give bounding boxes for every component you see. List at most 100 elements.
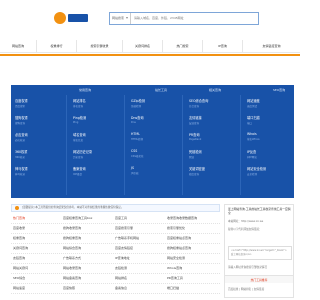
link-code-box[interactable]: <a href="http://www.ini.ws" target="_bla… [228,246,292,260]
link-item[interactable]: 搜狗权重站点查询 [167,246,191,250]
link-item[interactable]: PR查询工具 [167,276,183,280]
tool-link[interactable]: CSS CSS格式化 [131,147,177,164]
link-item[interactable]: 网站综合查询 [63,246,81,250]
link-item[interactable]: 百度权重站点查询 [167,236,191,240]
search-type-select[interactable]: 网站搜索 [110,13,131,24]
link-item[interactable]: 热门查询 [13,216,25,220]
tool-link[interactable]: 网站历史记录 历史查询 [73,147,119,164]
tool-link[interactable]: 友情链接 友链查询 [189,113,235,130]
link-item[interactable]: 友链查询 [13,256,25,260]
tool-link[interactable]: 网站排名 排名查询 [73,96,119,113]
link-item[interactable]: 百度权重查询工具box [63,216,92,220]
side-panel: 爱上网站查询-工具的站长工具收录查询工具一应俱全 本站网址：http://www… [224,204,294,298]
tool-link[interactable]: Dns查询 Dns [131,113,177,130]
side-box-title: 热门工具推荐 [225,275,293,283]
nav-item[interactable]: 搜索引擎收录 [77,40,123,52]
panel-header: SEO查询 [273,88,286,92]
nav-item[interactable]: 关键词排名 [123,40,163,52]
side-url[interactable]: 本站网址：http://www.ini.ws [228,219,292,223]
panel-header: 相关查询 [209,88,222,92]
search-box: 网站搜索 [109,12,259,25]
tool-link[interactable]: Ping检测 Ping [73,113,119,130]
tool-link[interactable]: IP反查 同IP网站 [247,147,293,164]
link-item[interactable]: 友链检测 [115,266,127,270]
panel-header: 站长工具 [155,88,168,92]
info-icon [15,206,19,210]
link-item[interactable]: 百度快照 [63,286,75,290]
tip-bar: [温馨提示] 本工具所提供的查询结果仅供参考，本站不对查询结果的准确性做任何保证… [11,204,220,212]
page: 网站搜索 网站查询 权重排行 搜索引擎收录 关键词排名 热门搜索 IP查询 友情… [0,0,300,300]
table-row: 网站关键词 网站收录查询 友链检测 Whois查询 [11,264,220,274]
column-divider [66,95,67,195]
nav-item[interactable]: 友情链接查询 [243,40,300,52]
link-item[interactable]: 备案信息 [115,286,127,290]
link-item[interactable]: 权重查询 [13,236,25,240]
link-item[interactable]: 端口扫描 [167,286,179,290]
tool-link[interactable]: JS JS压缩 [131,164,177,181]
links-grid: 热门查询 百度权重查询工具box 百度工具 收录查询收录数据查询 百度收录 搜狗… [11,214,220,298]
link-item[interactable]: 百度友情链接 [115,246,133,250]
link-item[interactable]: 网站速度 [13,286,25,290]
side-text: 请输入网址查询搜索引擎收录情况 [228,266,267,269]
tool-link[interactable]: 网站速度 速度测试 [247,96,293,113]
tool-link[interactable]: SEO综合查询 综合查询 [189,96,235,113]
link-item[interactable]: 广告联系手机网站 [115,236,139,240]
tool-link[interactable]: 搜狗权重 搜狗查询 [15,113,61,130]
link-item[interactable]: 网站排名 [115,276,127,280]
table-row: SEO综合 网站备案查询 网站排名 PR查询工具 [11,274,220,284]
column-divider [124,95,125,195]
side-title: 爱上网站查询-工具的站长工具收录查询工具一应俱全 [228,207,291,215]
tool-link[interactable]: 端口扫描 端口 [247,113,293,130]
tool-link[interactable]: 死链检测 死链 [189,147,235,164]
panel-header: 常用查询 [79,88,92,92]
nav-item[interactable]: 网站查询 [0,40,37,52]
link-item[interactable]: 收录查询收录数据查询 [167,216,197,220]
side-text[interactable]: 百度权重 | 网站排名 | 友情链接 [228,287,292,291]
tool-link[interactable]: GZip检测 压缩检测 [131,96,177,113]
table-row: 友链查询 广告联系方式 IP查询地址 网站安全检测 [11,254,220,264]
link-item[interactable]: 百度搜索引擎 [115,226,133,230]
column-divider [182,95,183,195]
link-item[interactable]: 百度收录 [13,226,25,230]
tool-link[interactable]: HTML HTML转换 [131,130,177,147]
panel-column: SEO综合查询 综合查询 友情链接 友链查询 PR查询 PageRank 死链检测 死链… [189,96,235,181]
link-item[interactable]: 关键词查询 [13,246,28,250]
tools-panel: 常用查询 站长工具 相关查询 SEO查询 百度权重 百度搜索 搜狗权重 搜狗查询 必… [11,85,294,198]
link-item[interactable]: 搜索引擎优化 [167,226,185,230]
link-item[interactable]: 网站安全检测 [167,256,185,260]
chevron-down-icon [126,17,128,19]
tool-link[interactable]: 必应查询 必应收录 [15,130,61,147]
nav-item[interactable]: IP查询 [203,40,243,52]
tool-link[interactable]: 关键词密度 密度查询 [189,164,235,181]
tool-link[interactable]: 百度权重 百度搜索 [15,96,61,113]
tool-link[interactable]: 备案查询 ICP备案 [73,164,119,181]
tool-link[interactable]: PR查询 PageRank [189,130,235,147]
tool-link[interactable]: 域名查询 域名信息 [73,130,119,147]
nav-item[interactable]: 热门搜索 [163,40,203,52]
table-row: 权重查询 搜狗权重查询 广告联系手机网站 百度权重站点查询 [11,234,220,244]
link-item[interactable]: 搜狗收录查询 [63,226,81,230]
site-logo[interactable] [52,8,92,28]
tool-link[interactable]: 网站安全检测 安全检测 [247,164,293,181]
column-divider [240,95,241,195]
table-row: 百度收录 搜狗收录查询 百度搜索引擎 搜索引擎优化 [11,224,220,234]
tool-link[interactable]: Whois 域名Whois [247,130,293,147]
tip-text: [温馨提示] 本工具所提供的查询结果仅供参考，本站不对查询结果的准确性做任何保证… [22,206,124,209]
tool-link[interactable]: 360权重 360收录 [15,147,61,164]
link-item[interactable]: SEO综合 [13,276,25,280]
link-item[interactable]: 广告联系方式 [63,256,81,260]
link-item[interactable]: 搜狗权重查询 [63,236,81,240]
main-nav: 网站查询 权重排行 搜索引擎收录 关键词排名 热门搜索 IP查询 友情链接查询 [0,40,300,53]
search-input[interactable] [134,13,258,24]
link-item[interactable]: Whois查询 [167,266,182,270]
link-item[interactable]: 网站关键词 [13,266,28,270]
link-item[interactable]: IP查询地址 [115,256,130,260]
side-text: 复制以下代码添加友情链接： [228,228,262,231]
search-type-label: 网站搜索 [112,16,125,20]
link-item[interactable]: 百度工具 [115,216,127,220]
table-row: 网站速度 百度快照 备案信息 端口扫描 [11,284,220,294]
nav-item[interactable]: 权重排行 [37,40,77,52]
tool-link[interactable]: 神马权重 神马收录 [15,164,61,181]
link-item[interactable]: 网站备案查询 [63,276,81,280]
link-item[interactable]: 网站收录查询 [63,266,81,270]
